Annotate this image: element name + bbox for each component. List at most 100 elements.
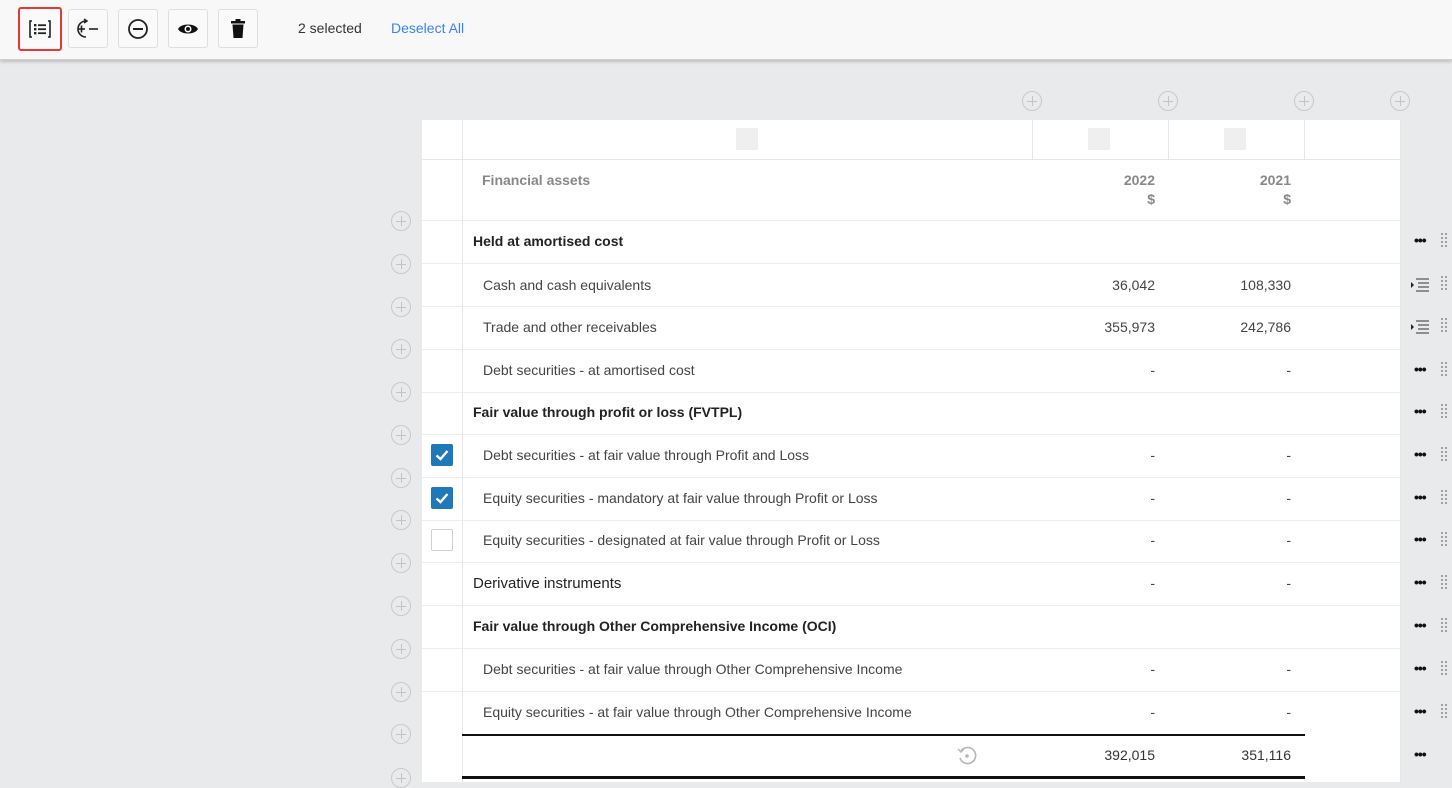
total-2021: 351,116 (1241, 747, 1291, 763)
add-column-icon[interactable] (1294, 91, 1314, 111)
value-2022: - (1150, 532, 1155, 548)
financial-table: Financial assets 2022 $ 2021 $ Held at a… (422, 120, 1401, 782)
total-2022: 392,015 (1104, 747, 1155, 763)
add-row-icon[interactable] (391, 724, 411, 744)
add-column-icon[interactable] (1158, 91, 1178, 111)
table-row[interactable]: Cash and cash equivalents 36,042 108,330 (422, 264, 1400, 307)
trash-icon (231, 18, 245, 38)
drag-handle-icon[interactable] (1440, 531, 1448, 549)
delete-button[interactable] (218, 9, 258, 48)
table-row[interactable]: Debt securities - at amortised cost - - (422, 350, 1400, 393)
row-label: Debt securities - at fair value through … (483, 447, 810, 463)
add-row-icon[interactable] (391, 382, 411, 402)
add-row-icon[interactable] (391, 553, 411, 573)
column-unit-2022: $ (1147, 191, 1155, 207)
more-options-icon[interactable]: ••• (1414, 446, 1427, 462)
more-options-icon[interactable]: ••• (1414, 403, 1427, 419)
value-2022: - (1150, 661, 1155, 677)
add-column-icon[interactable] (1022, 91, 1042, 111)
drag-handle-icon[interactable] (1440, 275, 1448, 293)
more-options-icon[interactable]: ••• (1414, 617, 1427, 633)
add-row-icon[interactable] (391, 425, 411, 445)
selection-count: 2 selected (298, 20, 362, 36)
table-row[interactable]: Equity securities - designated at fair v… (422, 520, 1400, 563)
row-checkbox[interactable] (431, 529, 453, 551)
drag-handle-icon[interactable] (1440, 703, 1448, 721)
indent-icon[interactable] (1410, 319, 1430, 335)
table-row[interactable]: Debt securities - at fair value through … (422, 649, 1400, 692)
drag-handle-icon[interactable] (1440, 403, 1448, 421)
column-handle[interactable] (1224, 128, 1246, 150)
visibility-button[interactable] (168, 9, 208, 48)
checkmark-icon (435, 493, 449, 504)
add-remove-row-button[interactable] (68, 9, 108, 48)
add-row-icon[interactable] (391, 297, 411, 317)
row-label: Cash and cash equivalents (483, 277, 652, 293)
add-column-icon[interactable] (1390, 91, 1410, 111)
deselect-all-link[interactable]: Deselect All (391, 20, 464, 36)
drag-handle-icon[interactable] (1440, 361, 1448, 379)
value-2021: - (1286, 362, 1291, 378)
add-row-icon[interactable] (391, 768, 411, 788)
value-2021: - (1286, 490, 1291, 506)
column-handle[interactable] (1088, 128, 1110, 150)
table-row[interactable]: Debt securities - at fair value through … (422, 435, 1400, 478)
add-row-icon[interactable] (391, 596, 411, 616)
more-options-icon[interactable]: ••• (1414, 703, 1427, 719)
column-year-2021: 2021 (1259, 172, 1291, 188)
value-2021: - (1286, 532, 1291, 548)
row-label: Fair value through profit or loss (FVTPL… (473, 404, 743, 420)
table-row[interactable]: Held at amortised cost (422, 221, 1400, 264)
drag-handle-icon[interactable] (1440, 446, 1448, 464)
row-label: Derivative instruments (473, 575, 622, 592)
checkmark-icon (435, 450, 449, 461)
value-2022: 355,973 (1104, 319, 1155, 335)
drag-handle-icon[interactable] (1440, 574, 1448, 592)
drag-handle-icon[interactable] (1440, 317, 1448, 335)
add-row-icon[interactable] (391, 254, 411, 274)
table-row[interactable]: Trade and other receivables 355,973 242,… (422, 307, 1400, 350)
drag-handle-icon[interactable] (1440, 660, 1448, 678)
add-row-icon[interactable] (391, 468, 411, 488)
row-checkbox[interactable] (431, 444, 453, 466)
add-row-icon[interactable] (391, 682, 411, 702)
more-options-icon[interactable]: ••• (1414, 531, 1427, 547)
value-2021: 242,786 (1240, 319, 1291, 335)
table-row[interactable]: Equity securities - at fair value throug… (422, 692, 1400, 734)
column-year-2022: 2022 (1123, 172, 1155, 188)
add-row-icon[interactable] (391, 339, 411, 359)
more-options-icon[interactable]: ••• (1414, 232, 1427, 248)
more-options-icon[interactable]: ••• (1414, 489, 1427, 505)
value-2022: - (1150, 575, 1155, 591)
add-row-icon[interactable] (391, 639, 411, 659)
more-options-icon[interactable]: ••• (1414, 660, 1427, 676)
drag-handle-icon[interactable] (1440, 617, 1448, 635)
table-row[interactable]: Derivative instruments - - (422, 563, 1400, 606)
remove-button[interactable] (118, 9, 158, 48)
table-row[interactable]: Equity securities - mandatory at fair va… (422, 478, 1400, 521)
row-label: Held at amortised cost (473, 233, 624, 249)
list-select-button[interactable] (18, 7, 62, 51)
list-select-icon (29, 20, 51, 38)
drag-handle-icon[interactable] (1440, 489, 1448, 507)
value-2021: - (1286, 704, 1291, 720)
indent-icon[interactable] (1410, 277, 1430, 293)
column-handle[interactable] (736, 128, 758, 150)
total-row[interactable]: 392,015 351,116 (422, 735, 1400, 781)
add-row-icon[interactable] (391, 510, 411, 530)
column-unit-2021: $ (1283, 191, 1291, 207)
more-options-icon[interactable]: ••• (1414, 361, 1427, 377)
value-2021: - (1286, 575, 1291, 591)
value-2022: - (1150, 704, 1155, 720)
recalculate-icon[interactable] (956, 745, 978, 767)
row-checkbox[interactable] (431, 487, 453, 509)
add-row-icon[interactable] (391, 211, 411, 231)
more-options-icon[interactable]: ••• (1414, 746, 1427, 762)
total-double-rule (462, 776, 1305, 779)
drag-handle-icon[interactable] (1440, 232, 1448, 250)
more-options-icon[interactable]: ••• (1414, 574, 1427, 590)
value-2021: - (1286, 447, 1291, 463)
table-row[interactable]: Fair value through profit or loss (FVTPL… (422, 392, 1400, 435)
value-2022: - (1150, 362, 1155, 378)
table-row[interactable]: Fair value through Other Comprehensive I… (422, 606, 1400, 649)
